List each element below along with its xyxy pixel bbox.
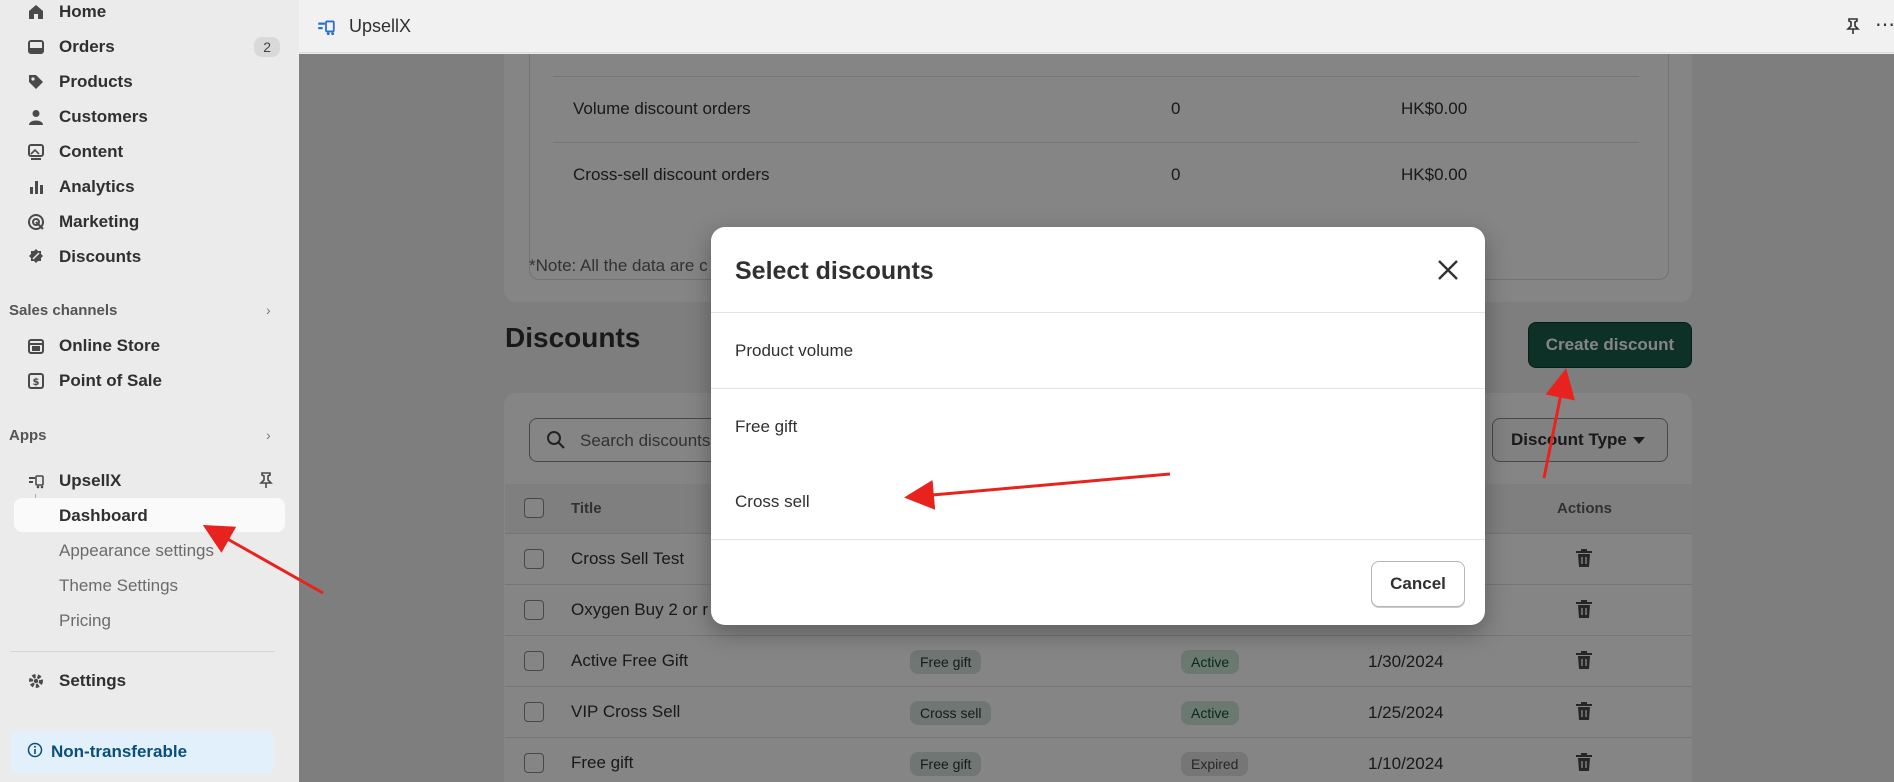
app-title: UpsellX	[349, 16, 412, 36]
modal-title: Select discounts	[735, 257, 934, 285]
sidebar: Home Orders 2 Products Customers Content…	[0, 0, 299, 782]
nav-label: Marketing	[59, 211, 140, 231]
app-topbar: UpsellX ⋯	[299, 0, 1894, 53]
non-transferable-banner[interactable]: Non-transferable	[10, 731, 274, 773]
nav-customers[interactable]: Customers	[0, 99, 299, 134]
non-transferable-label: Non-transferable	[51, 742, 188, 761]
nav-orders[interactable]: Orders 2	[0, 29, 299, 64]
nav-label: Point of Sale	[59, 370, 162, 390]
upsellx-icon	[316, 17, 336, 42]
sidebar-item-theme-settings[interactable]: Theme Settings	[59, 576, 178, 596]
sidebar-item-appearance-settings[interactable]: Appearance settings	[59, 541, 214, 561]
option-product-volume[interactable]: Product volume	[735, 341, 853, 361]
target-icon	[26, 212, 46, 232]
nav-label: Orders	[59, 36, 115, 56]
nav-marketing[interactable]: Marketing	[0, 204, 299, 239]
nav-label: Discounts	[59, 246, 142, 266]
modal-divider	[711, 539, 1485, 540]
sidebar-divider	[10, 651, 275, 652]
nav-products[interactable]: Products	[0, 64, 299, 99]
nav-label: UpsellX	[59, 470, 122, 490]
nav-home[interactable]: Home	[0, 0, 299, 29]
nav-discounts[interactable]: Discounts	[0, 239, 299, 274]
nav-point-of-sale[interactable]: $ Point of Sale	[0, 363, 299, 398]
chevron-right-icon[interactable]: ›	[266, 302, 271, 318]
nav-label: Home	[59, 1, 107, 21]
cancel-button[interactable]: Cancel	[1371, 561, 1465, 607]
select-discounts-modal: Select discounts Product volume Free gif…	[711, 227, 1485, 625]
bar-chart-icon	[26, 177, 46, 197]
modal-divider	[711, 388, 1485, 389]
option-cross-sell[interactable]: Cross sell	[735, 492, 810, 512]
nav-label: Settings	[59, 670, 127, 690]
option-free-gift[interactable]: Free gift	[735, 417, 797, 437]
nav-online-store[interactable]: Online Store	[0, 328, 299, 363]
sidebar-item-pricing[interactable]: Pricing	[59, 611, 111, 631]
nav-content[interactable]: Content	[0, 134, 299, 169]
orders-count-badge: 2	[254, 36, 280, 57]
modal-divider	[711, 312, 1485, 313]
nav-upsellx[interactable]: UpsellX	[0, 463, 299, 498]
nav-analytics[interactable]: Analytics	[0, 169, 299, 204]
chevron-right-icon[interactable]: ›	[266, 427, 271, 443]
store-icon	[26, 336, 46, 356]
svg-text:$: $	[33, 377, 40, 388]
nav-label: Analytics	[59, 176, 135, 196]
sidebar-item-dashboard[interactable]: Dashboard	[59, 506, 148, 526]
orders-icon	[26, 37, 46, 57]
apps-heading[interactable]: Apps	[9, 427, 47, 444]
pos-icon: $	[26, 371, 46, 391]
pin-icon[interactable]	[1845, 16, 1861, 41]
nav-label: Content	[59, 141, 124, 161]
more-options-icon[interactable]: ⋯	[1875, 12, 1894, 37]
nav-label: Products	[59, 71, 133, 91]
home-icon	[26, 2, 46, 22]
upsellx-icon	[26, 471, 46, 491]
info-icon	[27, 742, 43, 763]
gear-icon	[26, 671, 46, 691]
dashboard-selected-highlight	[14, 498, 285, 532]
sales-channels-heading[interactable]: Sales channels	[9, 302, 117, 319]
close-icon[interactable]	[1435, 257, 1461, 283]
nav-label: Customers	[59, 106, 148, 126]
person-icon	[26, 107, 46, 127]
pin-icon[interactable]	[258, 471, 274, 494]
discount-icon	[26, 247, 46, 267]
tag-icon	[26, 72, 46, 92]
content-icon	[26, 142, 46, 162]
nav-settings[interactable]: Settings	[0, 663, 299, 698]
nav-label: Online Store	[59, 335, 161, 355]
